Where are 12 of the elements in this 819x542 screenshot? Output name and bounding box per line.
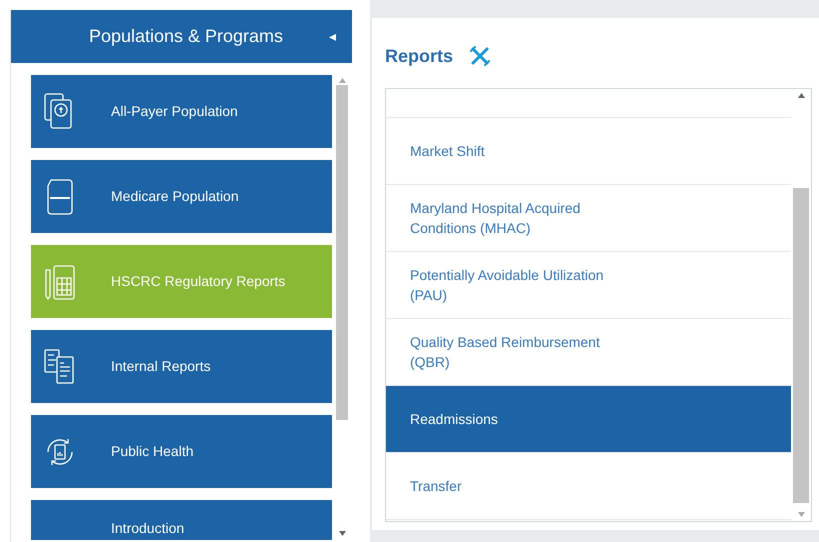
sidebar-item[interactable]: All-Payer Population [31,75,332,148]
sidebar-item[interactable]: Introduction [31,500,332,540]
reports-title: Reports [385,44,454,68]
tools-icon[interactable] [469,45,492,67]
scroll-up-icon[interactable] [798,93,804,98]
sidebar-item[interactable]: Internal Reports [31,330,332,403]
sidebar-item[interactable]: Public Health [31,415,332,488]
collapse-button[interactable]: ◂ [329,26,336,47]
report-item[interactable]: Readmissions [386,386,791,453]
sidebar-item[interactable]: Medicare Population [31,160,332,233]
scroll-down-icon[interactable] [338,531,346,536]
sidebar-title: Populations & Programs [88,25,284,48]
